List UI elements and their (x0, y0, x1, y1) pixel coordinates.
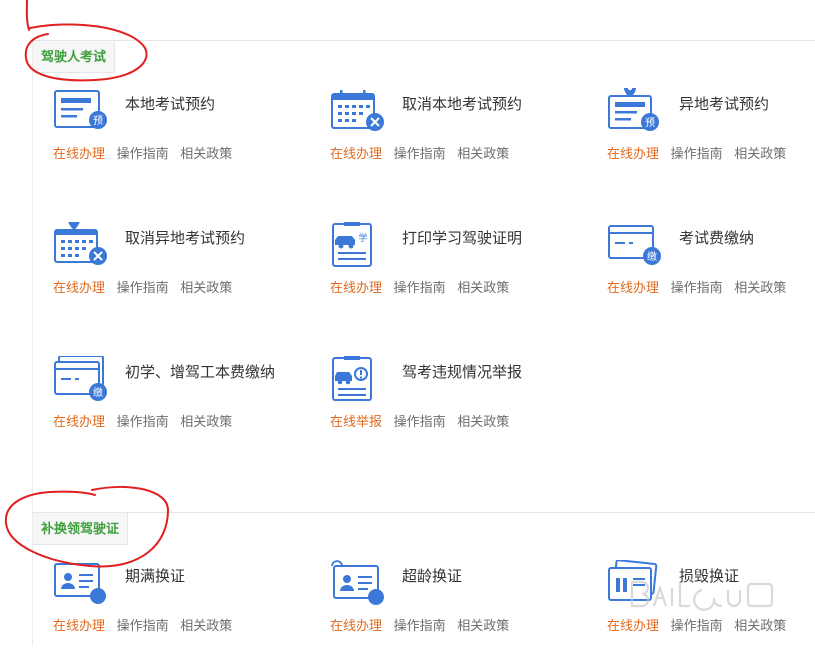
section-tab-driver-exam[interactable]: 驾驶人考试 (33, 41, 115, 73)
service-exam-violation-report[interactable]: 驾考违规情况举报 在线举报 操作指南 相关政策 (330, 356, 580, 456)
online-handle-link[interactable]: 在线办理 (53, 280, 105, 295)
policy-link[interactable]: 相关政策 (457, 618, 509, 633)
service-learner-fee-payment[interactable]: 缴 初学、增驾工本费缴纳 在线办理 操作指南 相关政策 (53, 356, 303, 456)
policy-link[interactable]: 相关政策 (457, 146, 509, 161)
service-links: 在线办理 操作指南 相关政策 (330, 615, 517, 634)
service-title: 打印学习驾驶证明 (402, 228, 552, 249)
card-payment-icon: 缴 (607, 222, 663, 270)
service-links: 在线办理 操作指南 相关政策 (330, 277, 517, 296)
online-report-link[interactable]: 在线举报 (330, 414, 382, 429)
service-overage-renewal[interactable]: 超龄换证 在线办理 操作指南 相关政策 (330, 560, 580, 660)
badge-text: 缴 (647, 250, 657, 263)
service-title: 取消异地考试预约 (125, 228, 275, 249)
policy-link[interactable]: 相关政策 (734, 146, 786, 161)
policy-link[interactable]: 相关政策 (180, 280, 232, 295)
service-links: 在线办理 操作指南 相关政策 (607, 277, 794, 296)
section-tab-license-replacement[interactable]: 补换领驾驶证 (33, 513, 128, 545)
guide-link[interactable]: 操作指南 (117, 618, 169, 633)
service-title: 考试费缴纳 (679, 228, 815, 249)
location-form-icon: 预 (607, 88, 663, 136)
guide-link[interactable]: 操作指南 (671, 280, 723, 295)
online-handle-link[interactable]: 在线办理 (607, 280, 659, 295)
location-calendar-cancel-icon (53, 222, 109, 270)
cards-payment-icon: 缴 (53, 356, 109, 404)
online-handle-link[interactable]: 在线办理 (607, 146, 659, 161)
guide-link[interactable]: 操作指南 (394, 414, 446, 429)
service-remote-exam-booking[interactable]: 预 异地考试预约 在线办理 操作指南 相关政策 (607, 88, 815, 188)
online-handle-link[interactable]: 在线办理 (607, 618, 659, 633)
service-links: 在线办理 操作指南 相关政策 (607, 143, 794, 162)
service-links: 在线办理 操作指南 相关政策 (53, 615, 240, 634)
online-handle-link[interactable]: 在线办理 (330, 280, 382, 295)
clipboard-alert-icon (330, 356, 386, 404)
online-handle-link[interactable]: 在线办理 (330, 146, 382, 161)
service-links: 在线举报 操作指南 相关政策 (330, 411, 517, 430)
guide-link[interactable]: 操作指南 (394, 280, 446, 295)
badge-text: 预 (93, 115, 103, 127)
guide-link[interactable]: 操作指南 (394, 146, 446, 161)
policy-link[interactable]: 相关政策 (457, 280, 509, 295)
service-links: 在线办理 操作指南 相关政策 (607, 615, 794, 634)
calendar-cancel-icon (330, 88, 386, 136)
policy-link[interactable]: 相关政策 (734, 280, 786, 295)
policy-link[interactable]: 相关政策 (734, 618, 786, 633)
guide-link[interactable]: 操作指南 (117, 146, 169, 161)
service-expiry-renewal[interactable]: 期满换证 在线办理 操作指南 相关政策 (53, 560, 303, 660)
left-divider (32, 40, 33, 646)
service-cancel-local-exam-booking[interactable]: 取消本地考试预约 在线办理 操作指南 相关政策 (330, 88, 580, 188)
service-exam-fee-payment[interactable]: 缴 考试费缴纳 在线办理 操作指南 相关政策 (607, 222, 815, 322)
badge-text: 缴 (93, 386, 103, 399)
badge-text: 学 (358, 232, 367, 244)
guide-link[interactable]: 操作指南 (117, 280, 169, 295)
service-print-learner-permit[interactable]: 学 打印学习驾驶证明 在线办理 操作指南 相关政策 (330, 222, 580, 322)
service-links: 在线办理 操作指南 相关政策 (330, 143, 517, 162)
service-title: 取消本地考试预约 (402, 94, 552, 115)
online-handle-link[interactable]: 在线办理 (53, 146, 105, 161)
service-links: 在线办理 操作指南 相关政策 (53, 411, 240, 430)
online-handle-link[interactable]: 在线办理 (330, 618, 382, 633)
service-title: 期满换证 (125, 566, 275, 587)
policy-link[interactable]: 相关政策 (457, 414, 509, 429)
policy-link[interactable]: 相关政策 (180, 414, 232, 429)
online-handle-link[interactable]: 在线办理 (53, 414, 105, 429)
section-header-license-replacement: 补换领驾驶证 (33, 512, 815, 545)
badge-text: 预 (645, 117, 655, 129)
service-cancel-remote-exam-booking[interactable]: 取消异地考试预约 在线办理 操作指南 相关政策 (53, 222, 303, 322)
online-handle-link[interactable]: 在线办理 (53, 618, 105, 633)
clipboard-car-icon: 学 (330, 222, 386, 270)
service-title: 初学、增驾工本费缴纳 (125, 362, 275, 383)
section-header-driver-exam: 驾驶人考试 (33, 40, 815, 73)
id-card-icon (53, 560, 109, 608)
form-icon: 预 (53, 88, 109, 136)
id-card-renew-icon (330, 560, 386, 608)
guide-link[interactable]: 操作指南 (671, 146, 723, 161)
service-local-exam-booking[interactable]: 预 本地考试预约 在线办理 操作指南 相关政策 (53, 88, 303, 188)
service-title: 驾考违规情况举报 (402, 362, 552, 383)
policy-link[interactable]: 相关政策 (180, 618, 232, 633)
watermark-logo (628, 574, 778, 614)
guide-link[interactable]: 操作指南 (394, 618, 446, 633)
guide-link[interactable]: 操作指南 (117, 414, 169, 429)
service-title: 超龄换证 (402, 566, 552, 587)
service-title: 异地考试预约 (679, 94, 815, 115)
policy-link[interactable]: 相关政策 (180, 146, 232, 161)
guide-link[interactable]: 操作指南 (671, 618, 723, 633)
service-links: 在线办理 操作指南 相关政策 (53, 277, 240, 296)
service-title: 本地考试预约 (125, 94, 275, 115)
service-links: 在线办理 操作指南 相关政策 (53, 143, 240, 162)
